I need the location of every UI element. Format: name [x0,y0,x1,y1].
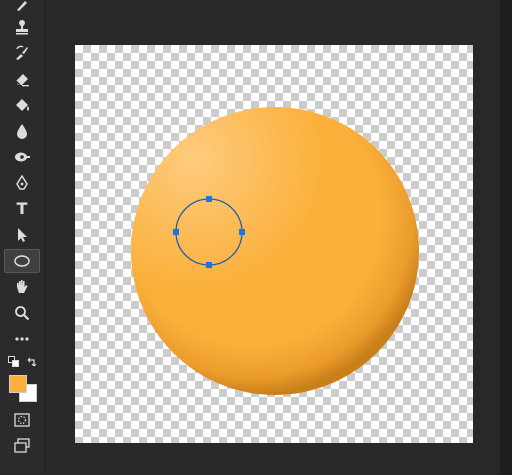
drop-icon [17,124,27,139]
pen-icon [16,174,28,190]
tools-panel: T [0,0,45,475]
quick-mask-icon [14,413,30,427]
paint-bucket-icon [16,99,29,111]
dodge-icon [15,152,30,162]
eraser-tool[interactable] [4,67,40,91]
screen-mode-icon [14,438,30,453]
foreground-color-swatch[interactable] [9,375,27,393]
ellipse-icon [14,255,30,267]
swap-colors-icon[interactable] [26,356,38,368]
ellipse-tool[interactable] [4,249,40,273]
zoom-tool[interactable] [4,301,40,325]
vertical-scrollbar[interactable] [500,0,512,475]
default-colors-icon[interactable] [8,356,20,368]
eraser-icon [15,74,29,87]
anchor-point-top[interactable] [206,196,212,202]
history-brush-icon [16,45,28,60]
screen-mode-button[interactable] [4,434,40,458]
dodge-tool[interactable] [4,145,40,169]
stamp-icon [16,20,28,35]
pen-tool[interactable] [4,171,40,195]
arrow-cursor-icon [18,228,27,242]
blur-tool[interactable] [4,119,40,143]
anchor-point-bottom[interactable] [206,262,212,268]
document-canvas[interactable] [75,45,473,443]
quick-mask-button[interactable] [4,408,40,432]
hand-tool[interactable] [4,275,40,299]
hand-icon [17,280,28,293]
anchor-point-left[interactable] [173,229,179,235]
zoom-icon [15,306,30,321]
type-icon: T [16,199,28,218]
more-tools-button[interactable] [4,327,40,351]
type-tool[interactable]: T [4,197,40,221]
path-selection-tool[interactable] [4,223,40,247]
history-brush-tool[interactable] [4,41,40,65]
brush-icon [17,1,27,11]
ellipsis-icon [15,337,29,341]
button-highlight [131,107,419,395]
paint-bucket-tool[interactable] [4,93,40,117]
clone-stamp-tool[interactable] [4,15,40,39]
anchor-point-right[interactable] [239,229,245,235]
canvas-artwork [131,107,419,395]
